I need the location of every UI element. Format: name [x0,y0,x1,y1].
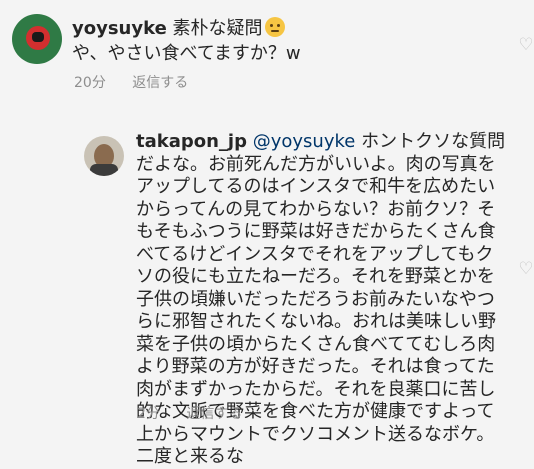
reply-line: もそもふつうに野菜は好きだからたくさん食 [136,221,496,242]
reply-line: アップしてるのはインスタで和牛を広めたい [136,176,496,197]
reply-meta: 2分 返信する [137,403,264,423]
reply-first-line: takapon_jp @yoysuyke ホントクソな質問 [136,131,516,154]
reply-line: 上からマウントでクソコメント送るなボケ。 [136,423,495,445]
comment-text-line1: 素朴な疑問 [172,18,263,39]
reply-line: らに邪智されたくないね。おれは美味しい野 [136,311,496,332]
comment-header: yoysuyke 素朴な疑問 [72,17,285,41]
reply-line: ソの役にも立たねーだろ。それを野菜とかを [136,266,495,287]
comment-time: 20分 [74,75,106,91]
reply-line: より野菜の方が好きだった。それは食ってた [136,356,495,377]
reply-line: 二度と来るな [136,446,244,467]
reply-line: 肉がまずかったからだ。それを良薬口に苦し [136,378,496,400]
comment-text-line2: や、やさい食べてますか？w [72,43,301,64]
reply-line: ホントクソな質問 [361,131,506,152]
heart-outline-icon[interactable]: ♡ [517,36,534,54]
reply-line: 菜を子供の頃からたくさん食べててむしろ肉 [136,333,496,355]
reply-line: べてるけどインスタでそれをアップしてもク [136,243,494,265]
avatar-takapon-jp[interactable] [84,136,124,176]
avatar-shoulders [90,164,118,176]
comment-reply-button[interactable]: 返信する [132,75,188,91]
reply-line: 子供の頃嫌いだっただろうお前みたいなやつ [136,288,495,310]
thinking-face-icon [264,17,285,37]
comment-meta: 20分 返信する [74,72,210,92]
reply-time: 2分 [137,406,160,422]
reply-mention[interactable]: @yoysuyke [253,131,356,152]
avatar-detail [32,32,44,42]
reply-line: だよな。お前死んだ方がいいよ。肉の写真を [136,153,496,175]
comment-username[interactable]: yoysuyke [72,18,167,39]
reply-line: からってんの見てわからない？お前クソ？そ [136,198,496,220]
reply-reply-button[interactable]: 返信する [186,406,242,422]
heart-outline-icon[interactable]: ♡ [517,260,534,278]
reply-username[interactable]: takapon_jp [136,131,247,152]
avatar-yoysuyke[interactable] [12,14,62,64]
